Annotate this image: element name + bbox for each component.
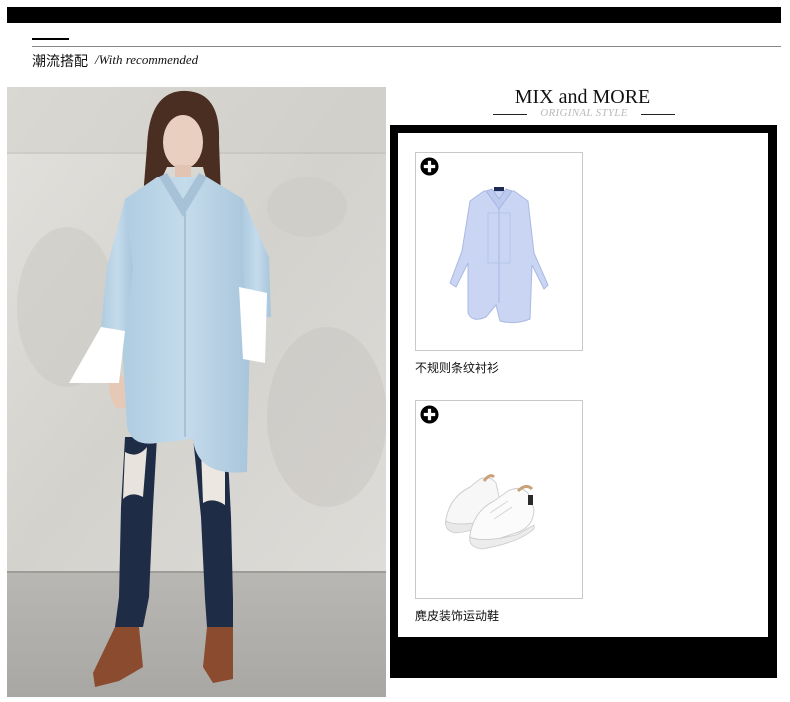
- section-title-en: /With recommended: [95, 52, 199, 67]
- top-black-bar: [7, 7, 781, 23]
- product-card[interactable]: 麂皮装饰运动鞋: [415, 400, 583, 624]
- product-list: 不规则条纹衬衫 麂皮装饰运动鞋: [398, 133, 768, 637]
- panel-subtitle-text: ORIGINAL STYLE: [540, 107, 628, 119]
- model-photo: [7, 87, 386, 697]
- sneaker-product-image: [445, 474, 535, 550]
- product-frame: 不规则条纹衬衫 麂皮装饰运动鞋: [390, 125, 777, 678]
- plus-circle-icon[interactable]: [420, 405, 439, 424]
- shirt-product-image: [449, 187, 549, 324]
- product-card[interactable]: 不规则条纹衬衫: [415, 152, 583, 376]
- header-divider: [32, 46, 781, 47]
- header-accent-rule: [32, 38, 69, 40]
- product-image-box[interactable]: [415, 152, 583, 351]
- panel-subtitle: ORIGINAL STYLE: [493, 107, 675, 121]
- plus-circle-icon[interactable]: [420, 157, 439, 176]
- section-title-cn: 潮流搭配: [32, 54, 88, 70]
- panel-title: MIX and MORE: [514, 86, 651, 108]
- product-image-box[interactable]: [415, 400, 583, 599]
- subtitle-rule-right: [641, 114, 675, 115]
- product-name[interactable]: 麂皮装饰运动鞋: [415, 607, 583, 624]
- product-name[interactable]: 不规则条纹衬衫: [415, 359, 583, 376]
